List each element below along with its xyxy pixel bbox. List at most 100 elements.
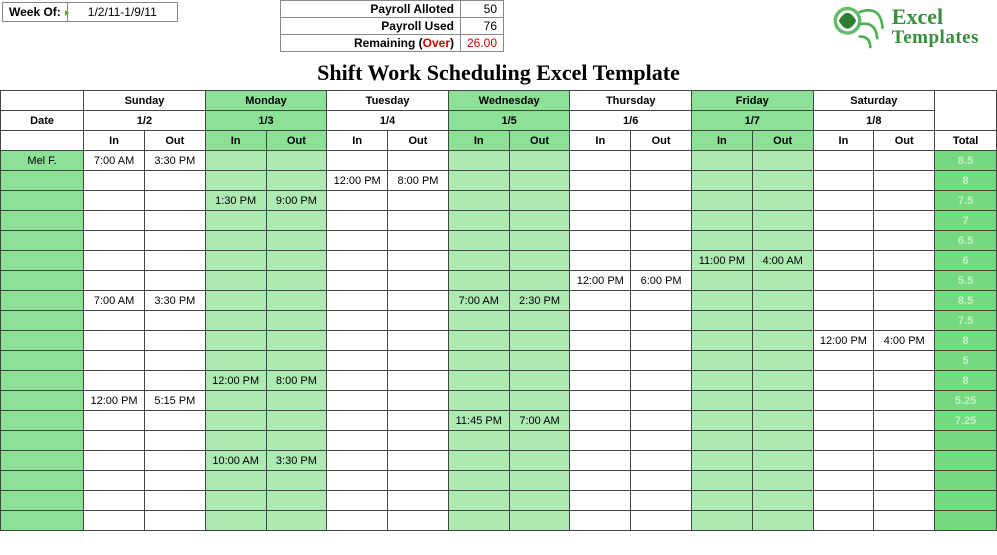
- time-cell[interactable]: [84, 411, 145, 431]
- time-cell[interactable]: [570, 471, 631, 491]
- time-cell[interactable]: [388, 291, 449, 311]
- time-cell[interactable]: [691, 451, 752, 471]
- time-cell[interactable]: [448, 251, 509, 271]
- time-cell[interactable]: [631, 331, 692, 351]
- time-cell[interactable]: [752, 351, 813, 371]
- time-cell[interactable]: [874, 191, 935, 211]
- time-cell[interactable]: [84, 491, 145, 511]
- employee-name-cell[interactable]: [1, 411, 84, 431]
- time-cell[interactable]: [205, 291, 266, 311]
- time-cell[interactable]: 8:00 PM: [388, 171, 449, 191]
- time-cell[interactable]: [205, 471, 266, 491]
- time-cell[interactable]: [388, 351, 449, 371]
- date-header[interactable]: 1/8: [813, 111, 935, 131]
- time-cell[interactable]: [84, 191, 145, 211]
- time-cell[interactable]: [266, 151, 327, 171]
- time-cell[interactable]: 12:00 PM: [84, 391, 145, 411]
- time-cell[interactable]: [84, 451, 145, 471]
- time-cell[interactable]: [509, 251, 570, 271]
- employee-name-cell[interactable]: [1, 171, 84, 191]
- time-cell[interactable]: [327, 151, 388, 171]
- time-cell[interactable]: [631, 431, 692, 451]
- time-cell[interactable]: [144, 431, 205, 451]
- time-cell[interactable]: [813, 351, 874, 371]
- time-cell[interactable]: [205, 411, 266, 431]
- time-cell[interactable]: [388, 411, 449, 431]
- time-cell[interactable]: [266, 511, 327, 531]
- time-cell[interactable]: [813, 231, 874, 251]
- time-cell[interactable]: [509, 491, 570, 511]
- time-cell[interactable]: [327, 451, 388, 471]
- time-cell[interactable]: [874, 151, 935, 171]
- time-cell[interactable]: [388, 491, 449, 511]
- time-cell[interactable]: [570, 391, 631, 411]
- time-cell[interactable]: [144, 171, 205, 191]
- time-cell[interactable]: 12:00 PM: [570, 271, 631, 291]
- time-cell[interactable]: [266, 171, 327, 191]
- time-cell[interactable]: [813, 251, 874, 271]
- time-cell[interactable]: [448, 271, 509, 291]
- time-cell[interactable]: [448, 491, 509, 511]
- time-cell[interactable]: [388, 211, 449, 231]
- time-cell[interactable]: [691, 391, 752, 411]
- time-cell[interactable]: 4:00 AM: [752, 251, 813, 271]
- time-cell[interactable]: [509, 311, 570, 331]
- time-cell[interactable]: [327, 331, 388, 351]
- time-cell[interactable]: [84, 511, 145, 531]
- time-cell[interactable]: [144, 471, 205, 491]
- time-cell[interactable]: [752, 171, 813, 191]
- time-cell[interactable]: [448, 351, 509, 371]
- time-cell[interactable]: [388, 451, 449, 471]
- time-cell[interactable]: [691, 411, 752, 431]
- time-cell[interactable]: [205, 171, 266, 191]
- time-cell[interactable]: [813, 171, 874, 191]
- time-cell[interactable]: [144, 411, 205, 431]
- time-cell[interactable]: [813, 411, 874, 431]
- time-cell[interactable]: [874, 471, 935, 491]
- time-cell[interactable]: [388, 151, 449, 171]
- time-cell[interactable]: [752, 371, 813, 391]
- time-cell[interactable]: [752, 391, 813, 411]
- time-cell[interactable]: [144, 211, 205, 231]
- time-cell[interactable]: [813, 371, 874, 391]
- time-cell[interactable]: [327, 291, 388, 311]
- time-cell[interactable]: [691, 291, 752, 311]
- time-cell[interactable]: [874, 511, 935, 531]
- time-cell[interactable]: [327, 211, 388, 231]
- time-cell[interactable]: [509, 191, 570, 211]
- time-cell[interactable]: [631, 311, 692, 331]
- time-cell[interactable]: [448, 191, 509, 211]
- time-cell[interactable]: [631, 151, 692, 171]
- time-cell[interactable]: [631, 351, 692, 371]
- time-cell[interactable]: [144, 451, 205, 471]
- time-cell[interactable]: [570, 331, 631, 351]
- time-cell[interactable]: [388, 331, 449, 351]
- time-cell[interactable]: [752, 271, 813, 291]
- time-cell[interactable]: [327, 371, 388, 391]
- time-cell[interactable]: [327, 251, 388, 271]
- time-cell[interactable]: [874, 431, 935, 451]
- time-cell[interactable]: [388, 471, 449, 491]
- time-cell[interactable]: [205, 151, 266, 171]
- employee-name-cell[interactable]: [1, 511, 84, 531]
- time-cell[interactable]: [752, 411, 813, 431]
- employee-name-cell[interactable]: [1, 251, 84, 271]
- time-cell[interactable]: [388, 391, 449, 411]
- payroll-used-value[interactable]: 76: [461, 18, 504, 35]
- time-cell[interactable]: [691, 471, 752, 491]
- time-cell[interactable]: [388, 191, 449, 211]
- time-cell[interactable]: 12:00 PM: [205, 371, 266, 391]
- time-cell[interactable]: [266, 351, 327, 371]
- employee-name-cell[interactable]: [1, 351, 84, 371]
- time-cell[interactable]: 9:00 PM: [266, 191, 327, 211]
- time-cell[interactable]: [509, 471, 570, 491]
- employee-name-cell[interactable]: [1, 291, 84, 311]
- time-cell[interactable]: [752, 471, 813, 491]
- time-cell[interactable]: [448, 171, 509, 191]
- time-cell[interactable]: [448, 211, 509, 231]
- time-cell[interactable]: [570, 311, 631, 331]
- time-cell[interactable]: [813, 431, 874, 451]
- time-cell[interactable]: 4:00 PM: [874, 331, 935, 351]
- time-cell[interactable]: 11:00 PM: [691, 251, 752, 271]
- time-cell[interactable]: [752, 291, 813, 311]
